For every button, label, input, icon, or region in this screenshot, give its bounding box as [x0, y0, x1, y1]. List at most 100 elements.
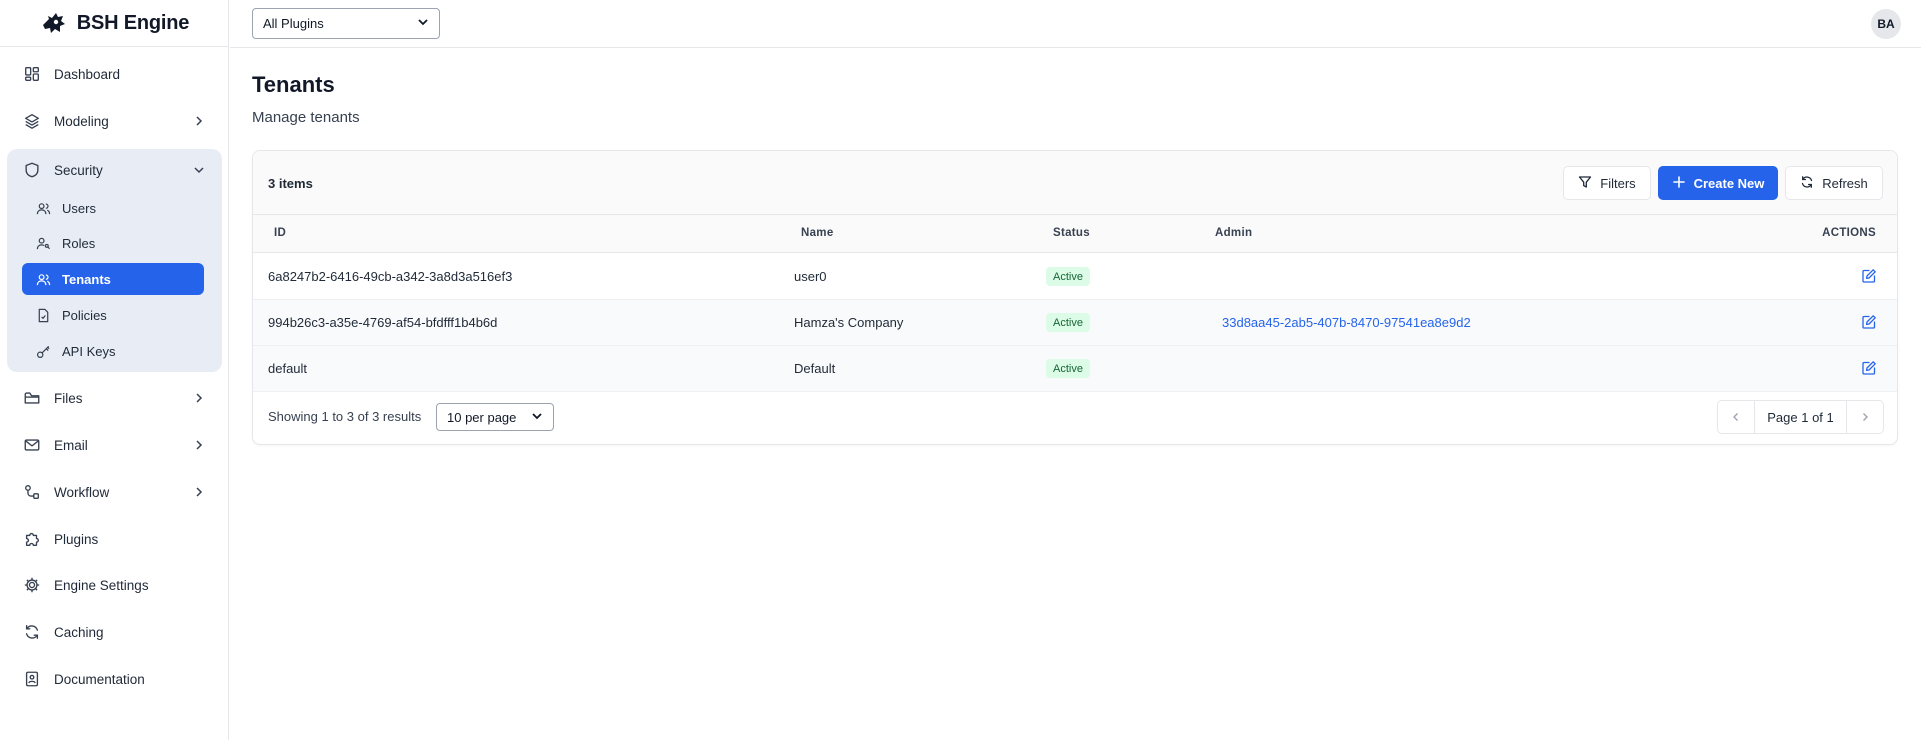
sidebar-item-label: Dashboard [54, 66, 121, 82]
file-check-icon [34, 306, 52, 324]
dashboard-icon [22, 64, 42, 84]
users-icon [34, 270, 52, 288]
sidebar-item-label: Documentation [54, 671, 145, 687]
filter-icon [1578, 175, 1592, 192]
cell-id: 6a8247b2-6416-49cb-a342-3a8d3a516ef3 [268, 269, 513, 284]
table-row[interactable]: 994b26c3-a35e-4769-af54-bfdfff1b4b6d Ham… [253, 300, 1897, 346]
book-icon [22, 669, 42, 689]
sidebar-item-plugins[interactable]: Plugins [8, 519, 222, 559]
sidebar-item-label: Files [54, 390, 83, 406]
folder-icon [22, 388, 42, 408]
sidebar-item-label: Workflow [54, 484, 110, 500]
sidebar-item-documentation[interactable]: Documentation [8, 659, 222, 699]
refresh-button-label: Refresh [1822, 175, 1868, 191]
results-summary: Showing 1 to 3 of 3 results [268, 409, 422, 424]
bsh-logo-icon [39, 8, 69, 38]
workflow-icon [22, 482, 42, 502]
status-badge: Active [1046, 359, 1090, 378]
sidebar-item-workflow[interactable]: Workflow [8, 472, 222, 512]
sidebar-item-api-keys[interactable]: API Keys [22, 335, 204, 367]
items-count: 3 items [268, 176, 313, 191]
sidebar: BSH Engine Dashboard Modeling Security U… [0, 0, 229, 740]
sidebar-item-tenants[interactable]: Tenants [22, 263, 204, 295]
shield-icon [22, 160, 42, 180]
pagination: Page 1 of 1 [1717, 400, 1884, 434]
plugin-filter-select[interactable]: All Plugins [252, 8, 440, 39]
per-page-select[interactable]: 10 per page [436, 403, 554, 431]
sidebar-item-email[interactable]: Email [8, 425, 222, 465]
sidebar-item-dashboard[interactable]: Dashboard [8, 54, 222, 94]
cell-id: default [268, 361, 308, 376]
previous-page-button[interactable] [1718, 401, 1754, 433]
column-header-status[interactable]: Status [1053, 227, 1090, 239]
create-new-button-label: Create New [1693, 175, 1765, 191]
edit-icon[interactable] [1861, 268, 1877, 284]
sidebar-item-label: Policies [62, 307, 107, 323]
sidebar-item-label: Caching [54, 624, 104, 640]
column-header-admin[interactable]: Admin [1215, 227, 1252, 239]
sidebar-item-engine-settings[interactable]: Engine Settings [8, 565, 222, 605]
mail-icon [22, 435, 42, 455]
next-page-button[interactable] [1847, 401, 1883, 433]
page-indicator: Page 1 of 1 [1754, 401, 1847, 433]
gear-icon [22, 575, 42, 595]
sidebar-item-policies[interactable]: Policies [22, 299, 204, 331]
chevron-right-icon [192, 438, 206, 452]
page-subtitle: Manage tenants [252, 109, 360, 126]
sidebar-item-label: Engine Settings [54, 577, 149, 593]
sidebar-item-caching[interactable]: Caching [8, 612, 222, 652]
refresh-icon [1800, 175, 1814, 192]
sidebar-item-roles[interactable]: Roles [22, 227, 204, 259]
cell-admin-link[interactable]: 33d8aa45-2ab5-407b-8470-97541ea8e9d2 [1222, 315, 1471, 330]
column-header-id[interactable]: ID [274, 227, 286, 239]
sidebar-item-label: Email [54, 437, 88, 453]
puzzle-icon [22, 529, 42, 549]
chevron-down-icon [192, 163, 206, 177]
sidebar-item-modeling[interactable]: Modeling [8, 101, 222, 141]
per-page-value: 10 per page [447, 409, 517, 425]
chevron-right-icon [192, 485, 206, 499]
sidebar-item-label: Security [54, 162, 103, 178]
table-toolbar: 3 items Filters Create New Refresh [253, 151, 1897, 215]
edit-icon[interactable] [1861, 360, 1877, 376]
chevron-right-icon [1863, 413, 1868, 421]
plugin-filter-value: All Plugins [263, 16, 324, 31]
status-badge: Active [1046, 267, 1090, 286]
sidebar-item-label: Modeling [54, 113, 109, 129]
refresh-button[interactable]: Refresh [1785, 166, 1883, 200]
chevron-left-icon [1733, 413, 1738, 421]
page-title: Tenants [252, 72, 335, 97]
user-key-icon [34, 234, 52, 252]
table-row[interactable]: default Default Active [253, 346, 1897, 392]
brand[interactable]: BSH Engine [0, 0, 228, 47]
sidebar-item-users[interactable]: Users [22, 192, 204, 224]
cell-id: 994b26c3-a35e-4769-af54-bfdfff1b4b6d [268, 315, 498, 330]
table-row[interactable]: 6a8247b2-6416-49cb-a342-3a8d3a516ef3 use… [253, 254, 1897, 300]
plus-icon [1672, 175, 1686, 192]
sidebar-item-label: API Keys [62, 343, 116, 359]
tenants-table-card: 3 items Filters Create New Refresh ID Na… [252, 150, 1898, 445]
sidebar-item-label: Roles [62, 235, 96, 251]
sidebar-item-files[interactable]: Files [8, 378, 222, 418]
filters-button[interactable]: Filters [1563, 166, 1651, 200]
cell-name: Hamza's Company [794, 315, 904, 330]
avatar[interactable]: BA [1871, 9, 1901, 39]
column-header-name[interactable]: Name [801, 227, 834, 239]
layers-icon [22, 111, 42, 131]
security-group: Security Users Roles Tenants Policies AP… [7, 149, 222, 372]
table-header: ID Name Status Admin ACTIONS [253, 215, 1897, 253]
topbar: All Plugins BA [230, 0, 1921, 48]
filters-button-label: Filters [1600, 175, 1636, 191]
refresh-icon [22, 622, 42, 642]
chevron-down-icon [417, 16, 429, 31]
chevron-right-icon [192, 391, 206, 405]
create-new-button[interactable]: Create New [1658, 166, 1778, 200]
status-badge: Active [1046, 313, 1090, 332]
table-footer: Showing 1 to 3 of 3 results 10 per page … [253, 389, 1897, 444]
sidebar-item-security[interactable]: Security [8, 150, 222, 190]
chevron-right-icon [192, 114, 206, 128]
sidebar-item-label: Tenants [62, 271, 111, 287]
column-header-actions: ACTIONS [1822, 227, 1876, 239]
cell-name: user0 [794, 269, 827, 284]
edit-icon[interactable] [1861, 314, 1877, 330]
